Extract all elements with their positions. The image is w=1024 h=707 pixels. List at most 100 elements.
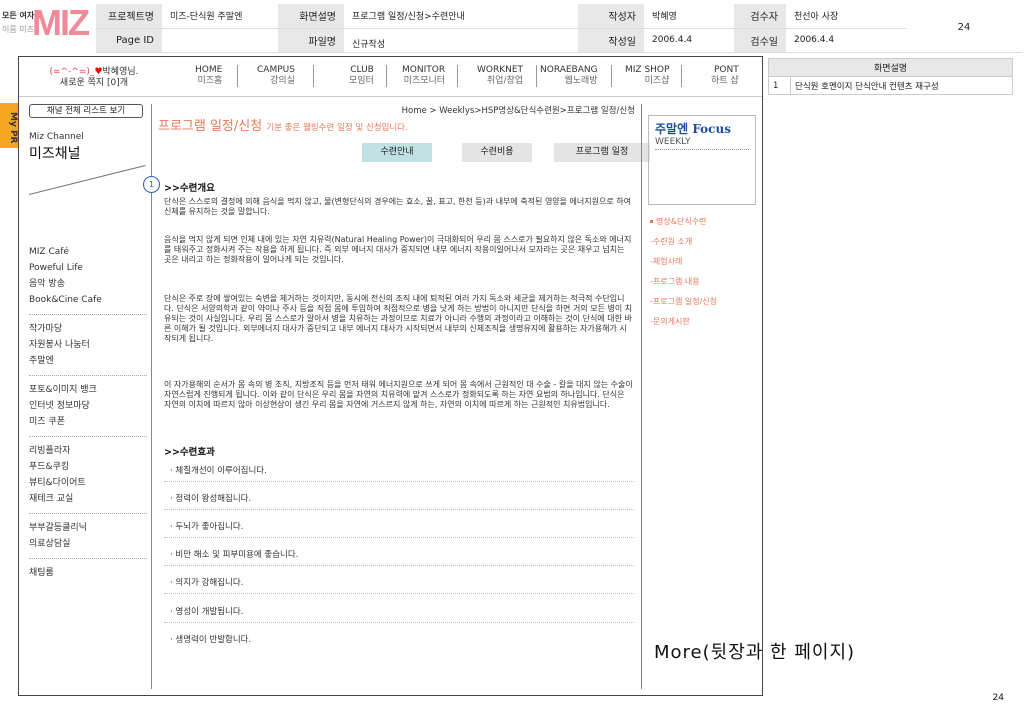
sidebar-item[interactable]: 인터넷 정보마당 [29, 398, 147, 414]
new-message-link[interactable]: 새로운 쪽지 [0]개 [39, 78, 149, 89]
review-date-value: 2006.4.4 [786, 28, 906, 53]
nav-campus-en: CAMPUS [257, 65, 295, 75]
screen-value: 프로그램 일정/신청>수련안내 [344, 4, 578, 29]
file-value: 신규작성 [344, 28, 578, 53]
sidebar-group-1: MIZ Café Poweful Life 음악 방송 Book&Cine Ca… [29, 244, 147, 581]
nav-monitor-ko: 미즈모니터 [403, 76, 446, 86]
nav-club-ko: 모임터 [349, 76, 374, 86]
focus-menu-item[interactable]: -문의게시판 [650, 317, 717, 337]
bullet-icon [650, 220, 653, 223]
paragraph: 단식은 주로 장에 쌓여있는 숙변을 제거하는 것이지만, 동시에 전신의 조직… [164, 294, 633, 343]
nav-noraebang-ko: 웹노래방 [564, 76, 598, 86]
nav-worknet[interactable]: WORKNET 취업/창업 [477, 65, 523, 87]
sidebar-item[interactable]: MIZ Café [29, 244, 147, 260]
sidebar-item[interactable]: 리빙플라자 [29, 443, 147, 459]
nav-home-ko: 미즈홈 [197, 76, 223, 86]
focus-menu-item[interactable]: -프로그램 일정/신청 [650, 297, 717, 317]
sidebar-item[interactable]: Poweful Life [29, 260, 147, 276]
focus-menu-item[interactable]: -프로그램 내용 [650, 277, 717, 297]
my-pr-tab[interactable]: My PR [0, 103, 18, 148]
user-greeting: (=^-^=)_♥박혜영님. 새로운 쪽지 [0]개 [39, 67, 149, 89]
document-header-table: 프로젝트명 미즈-단식원 주말엔 화면설명 프로그램 일정/신청>수련안내 작성… [96, 4, 1022, 53]
sidebar-item[interactable]: 미즈 쿠폰 [29, 414, 147, 430]
page-mockup: (=^-^=)_♥박혜영님. 새로운 쪽지 [0]개 HOME 미즈홈 CAMPU… [18, 56, 763, 696]
sidebar-item[interactable]: 음악 방송 [29, 276, 147, 292]
description-row-text: 단식원 호멘이지 단식안내 컨텐츠 재구성 [790, 76, 1013, 95]
decorative-line [28, 164, 146, 195]
effect-item: · 정력이 왕성해집니다. [170, 494, 252, 504]
effect-divider [164, 537, 634, 538]
nav-pont[interactable]: PONT 하트 샵 [711, 65, 739, 87]
sidebar-item[interactable]: 뷰티&다이어트 [29, 475, 147, 491]
nav-noraebang[interactable]: NORAEBANG 웹노래방 [540, 65, 598, 87]
review-date-label: 검수일 [734, 28, 786, 53]
focus-title-ko: 주말엔 [655, 122, 689, 136]
project-label: 프로젝트명 [96, 4, 162, 29]
screen-label: 화면설명 [278, 4, 344, 29]
nav-noraebang-en: NORAEBANG [540, 65, 598, 75]
focus-menu: 명상&단식수련 -수련원 소개 -체험사례 -프로그램 내용 -프로그램 일정/… [650, 217, 717, 337]
nav-club[interactable]: CLUB 모임터 [349, 65, 374, 87]
nav-home[interactable]: HOME 미즈홈 [195, 65, 222, 87]
effect-divider [164, 509, 634, 510]
nav-pont-en: PONT [713, 65, 739, 75]
sidebar-item[interactable]: 재테크 교실 [29, 491, 147, 507]
logo-mark: MIZ [32, 2, 90, 43]
nav-divider [237, 65, 238, 87]
sidebar-item[interactable]: 푸드&쿠킹 [29, 459, 147, 475]
paragraph: 이 자가용해의 순서가 몸 속의 병 조직, 지방조직 등을 먼저 태워 에너지… [164, 380, 633, 409]
author-value: 박혜영 [644, 4, 734, 29]
effect-divider [164, 481, 634, 482]
main-content: Home > Weeklys>HSP명상&단식수련원>프로그램 일정/신청 프로… [143, 104, 650, 689]
sidebar-item[interactable]: 작가마당 [29, 321, 147, 337]
tab-program-schedule[interactable]: 프로그램 일정 [554, 143, 650, 162]
paragraph: 단식은 스스로의 결정에 의해 음식을 먹지 않고, 물(변형단식의 경우에는 … [164, 197, 631, 216]
nav-worknet-en: WORKNET [477, 65, 524, 75]
user-name[interactable]: 박혜영님. [103, 67, 139, 77]
focus-panel: 주말엔 Focus WEEKLY 명상&단식수련 -수련원 소개 -체험사례 -… [641, 104, 763, 689]
channel-title-ko: 미즈채널 [29, 146, 81, 162]
sidebar-item[interactable]: 포토&이미지 뱅크 [29, 382, 147, 398]
annotation-badge: 1 [143, 176, 160, 193]
channel-list-button[interactable]: 채널 전체 리스트 보기 [29, 104, 143, 118]
sidebar-item[interactable]: 주말엔 [29, 353, 147, 369]
focus-menu-item[interactable]: 명상&단식수련 [650, 217, 717, 237]
effect-item: · 비만 해소 및 피부미용에 좋습니다. [170, 550, 299, 560]
sidebar-item[interactable]: 부부갈등클리닉 [29, 520, 147, 536]
paragraph: 음식을 먹지 않게 되면 인체 내에 있는 자연 치유력(Natural Hea… [164, 235, 632, 264]
sidebar-item[interactable]: Book&Cine Cafe [29, 292, 147, 308]
reviewer-value: 천선아 사장 [786, 4, 906, 29]
nav-divider [536, 65, 537, 87]
section-heading-overview: >>수련개요 [164, 183, 215, 194]
nav-home-en: HOME [195, 65, 223, 75]
sidebar-item[interactable]: 채팅룸 [29, 565, 147, 581]
sidebar-item[interactable]: 자원봉사 나눔터 [29, 337, 147, 353]
date-value: 2006.4.4 [644, 28, 734, 53]
nav-miz-shop-ko: 미즈샵 [644, 76, 670, 86]
tab-training-cost[interactable]: 수련비용 [462, 143, 532, 162]
focus-subtitle: WEEKLY [655, 137, 749, 150]
tab-training-guide[interactable]: 수련안내 [362, 143, 432, 162]
pageid-value [162, 28, 278, 53]
sidebar-separator [29, 558, 147, 559]
nav-miz-shop[interactable]: MIZ SHOP 미즈샵 [625, 65, 669, 87]
sidebar-item[interactable]: 의료상담실 [29, 536, 147, 552]
project-value: 미즈-단식원 주말엔 [162, 4, 278, 29]
nav-campus[interactable]: CAMPUS 강의실 [257, 65, 295, 87]
focus-menu-item[interactable]: -수련원 소개 [650, 237, 717, 257]
nav-monitor-en: MONITOR [402, 65, 446, 75]
more-note: More(뒷장과 한 페이지) [654, 642, 856, 663]
author-label: 작성자 [578, 4, 644, 29]
effect-divider [164, 593, 634, 594]
focus-box: 주말엔 Focus WEEKLY [648, 115, 756, 205]
top-navigation: (=^-^=)_♥박혜영님. 새로운 쪽지 [0]개 HOME 미즈홈 CAMPU… [19, 57, 762, 97]
file-label: 파일명 [278, 28, 344, 53]
channel-title-en: Miz Channel [29, 132, 84, 142]
left-sidebar: 채널 전체 리스트 보기 Miz Channel 미즈채널 MIZ Café P… [28, 104, 147, 578]
description-row-no: 1 [768, 76, 791, 95]
focus-menu-item[interactable]: -체험사례 [650, 257, 717, 277]
page-title: 프로그램 일정/신청 기분 좋은 웰빙수련 일정 및 신청입니다. [158, 115, 408, 134]
nav-monitor[interactable]: MONITOR 미즈모니터 [402, 65, 445, 87]
heart-icon: ♥ [94, 67, 103, 77]
screen-description-table: 화면설명 1 단식원 호멘이지 단식안내 컨텐츠 재구성 [768, 58, 1013, 95]
